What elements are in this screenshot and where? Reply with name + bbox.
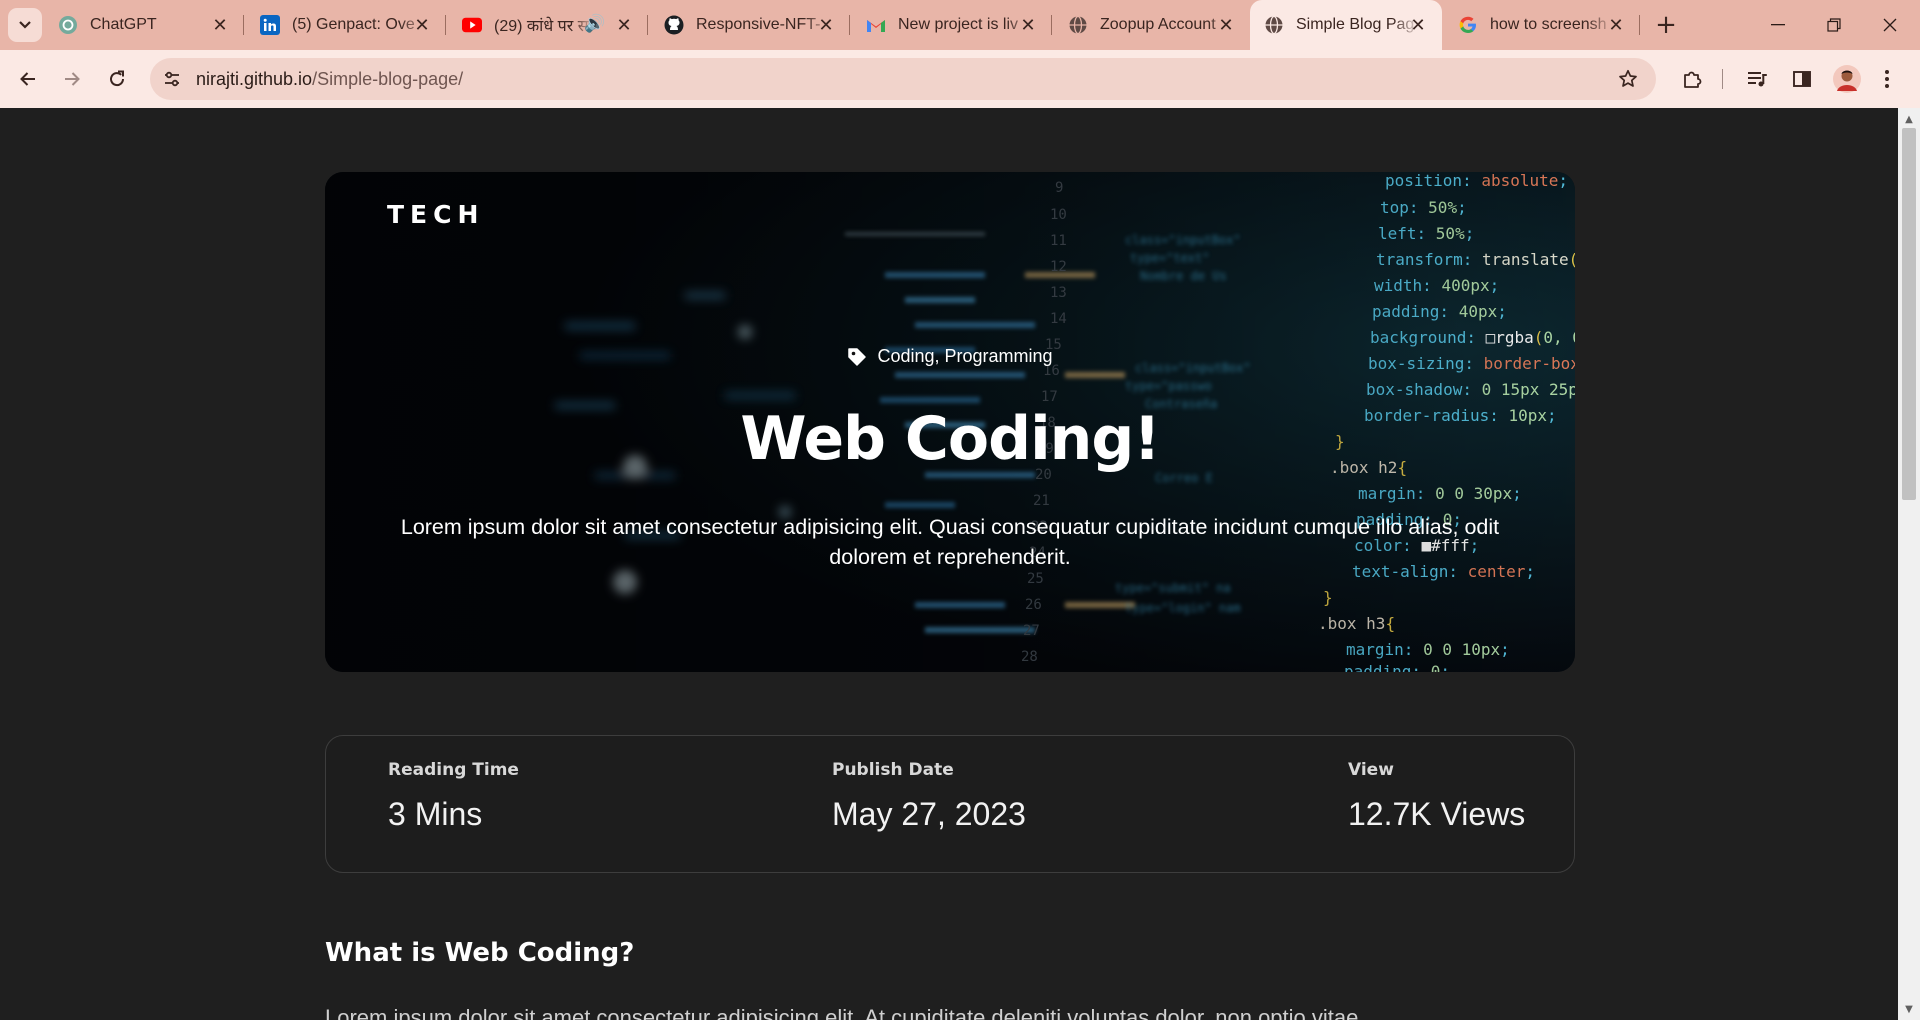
tab-search-button[interactable] — [8, 8, 42, 42]
tab-simple-blog-active[interactable]: Simple Blog Pag ✕ — [1250, 0, 1442, 50]
linkedin-icon — [260, 15, 280, 35]
tab-separator — [243, 15, 244, 35]
site-logo[interactable]: TECH — [387, 200, 484, 229]
tab-title: (29) कांधे पर स — [494, 18, 589, 35]
page-viewport: 91011 121314 151617 181920 212224 252627… — [0, 108, 1898, 1020]
bookmark-star-icon[interactable] — [1612, 63, 1644, 95]
close-icon[interactable]: ✕ — [612, 13, 636, 37]
tab-separator — [849, 15, 850, 35]
chatgpt-icon — [58, 15, 78, 35]
tab-title: Simple Blog Pag — [1296, 16, 1415, 33]
close-icon[interactable]: ✕ — [1016, 13, 1040, 37]
more-vertical-icon — [1885, 70, 1889, 88]
close-icon[interactable]: ✕ — [1214, 13, 1238, 37]
restore-icon — [1827, 18, 1841, 32]
minimize-button[interactable] — [1750, 0, 1806, 50]
puzzle-icon — [1684, 71, 1702, 88]
post-categories: Coding, Programming — [325, 346, 1575, 367]
reading-time-value: 3 Mins — [388, 796, 483, 832]
reading-time-stat: Reading Time 3 Mins — [388, 760, 519, 833]
post-meta-card: Reading Time 3 Mins Publish Date May 27,… — [325, 735, 1575, 873]
tab-title: how to screensh — [1490, 16, 1607, 33]
google-icon — [1458, 15, 1478, 35]
chevron-down-icon — [19, 21, 31, 29]
tab-separator — [647, 15, 648, 35]
views-value: 12.7K Views — [1348, 796, 1526, 832]
url-text: nirajti.github.io/Simple-blog-page/ — [196, 69, 463, 90]
page-scrollbar[interactable]: ▲ ▼ — [1898, 108, 1920, 1020]
arrow-left-icon — [20, 72, 35, 86]
media-controls-button[interactable] — [1737, 59, 1777, 99]
post-intro: Lorem ipsum dolor sit amet consectetur a… — [400, 515, 1500, 569]
site-info-icon[interactable] — [156, 63, 188, 95]
tab-separator — [1639, 15, 1640, 35]
extensions-button[interactable] — [1672, 59, 1712, 99]
restore-button[interactable] — [1806, 0, 1862, 50]
close-window-button[interactable] — [1862, 0, 1918, 50]
avatar-icon — [1833, 65, 1861, 93]
browser-menu-button[interactable] — [1872, 59, 1902, 99]
address-bar[interactable]: nirajti.github.io/Simple-blog-page/ — [150, 58, 1656, 100]
tab-strip: ChatGPT ✕ (5) Genpact: Ove ✕ (29) कांधे … — [0, 0, 1920, 50]
minimize-icon — [1771, 24, 1785, 26]
reload-icon — [110, 70, 125, 87]
tab-linkedin[interactable]: (5) Genpact: Ove ✕ — [246, 0, 446, 50]
section-heading: What is Web Coding? — [325, 938, 635, 968]
hero-banner: 91011 121314 151617 181920 212224 252627… — [325, 172, 1575, 672]
close-icon[interactable]: ✕ — [410, 13, 434, 37]
forward-button[interactable] — [52, 59, 92, 99]
publish-date-label: Publish Date — [832, 760, 954, 780]
close-icon — [1883, 18, 1897, 32]
category-list[interactable]: Coding, Programming — [877, 346, 1052, 367]
back-button[interactable] — [8, 59, 48, 99]
queue-music-icon — [1748, 72, 1767, 87]
close-icon[interactable]: ✕ — [208, 13, 232, 37]
reload-button[interactable] — [97, 59, 137, 99]
speaker-icon[interactable]: 🔊 — [584, 14, 605, 34]
globe-icon — [1264, 15, 1284, 35]
profile-avatar[interactable] — [1827, 59, 1867, 99]
new-tab-button[interactable]: + — [1651, 10, 1681, 40]
toolbar-divider — [1722, 69, 1723, 89]
github-icon — [664, 15, 684, 35]
side-panel-button[interactable] — [1782, 59, 1822, 99]
publish-date-value: May 27, 2023 — [832, 796, 1026, 832]
close-icon[interactable]: ✕ — [1604, 13, 1628, 37]
arrow-right-icon — [65, 72, 80, 86]
url-path: /Simple-blog-page/ — [312, 68, 464, 89]
views-stat: View 12.7K Views — [1348, 760, 1525, 833]
publish-date-stat: Publish Date May 27, 2023 — [832, 760, 1026, 833]
tab-github[interactable]: Responsive-NFT- ✕ — [650, 0, 850, 50]
scrollbar-thumb[interactable] — [1902, 128, 1916, 500]
tab-separator — [445, 15, 446, 35]
url-host: nirajti.github.io — [196, 68, 313, 89]
side-panel-icon — [1793, 71, 1811, 87]
tab-gmail[interactable]: New project is liv ✕ — [852, 0, 1052, 50]
scroll-down-arrow-icon[interactable]: ▼ — [1898, 1000, 1920, 1018]
scroll-up-arrow-icon[interactable]: ▲ — [1898, 110, 1920, 128]
youtube-icon — [462, 15, 482, 35]
tab-separator — [1051, 15, 1052, 35]
tab-youtube[interactable]: (29) कांधे पर स 🔊 ✕ — [448, 0, 648, 50]
tab-zoopup[interactable]: Zoopup Account ✕ — [1054, 0, 1250, 50]
globe-icon — [1068, 15, 1088, 35]
article-paragraph: Lorem ipsum dolor sit amet consectetur a… — [325, 1005, 1359, 1020]
tab-chatgpt[interactable]: ChatGPT ✕ — [44, 0, 244, 50]
tag-icon — [848, 347, 867, 366]
close-icon[interactable]: ✕ — [814, 13, 838, 37]
tab-google-search[interactable]: how to screensh ✕ — [1444, 0, 1640, 50]
post-title: Web Coding! — [740, 404, 1160, 474]
close-icon[interactable]: ✕ — [1406, 13, 1430, 37]
gmail-icon — [866, 15, 886, 35]
views-label: View — [1348, 760, 1394, 780]
browser-toolbar: nirajti.github.io/Simple-blog-page/ — [0, 50, 1920, 108]
reading-time-label: Reading Time — [388, 760, 519, 780]
